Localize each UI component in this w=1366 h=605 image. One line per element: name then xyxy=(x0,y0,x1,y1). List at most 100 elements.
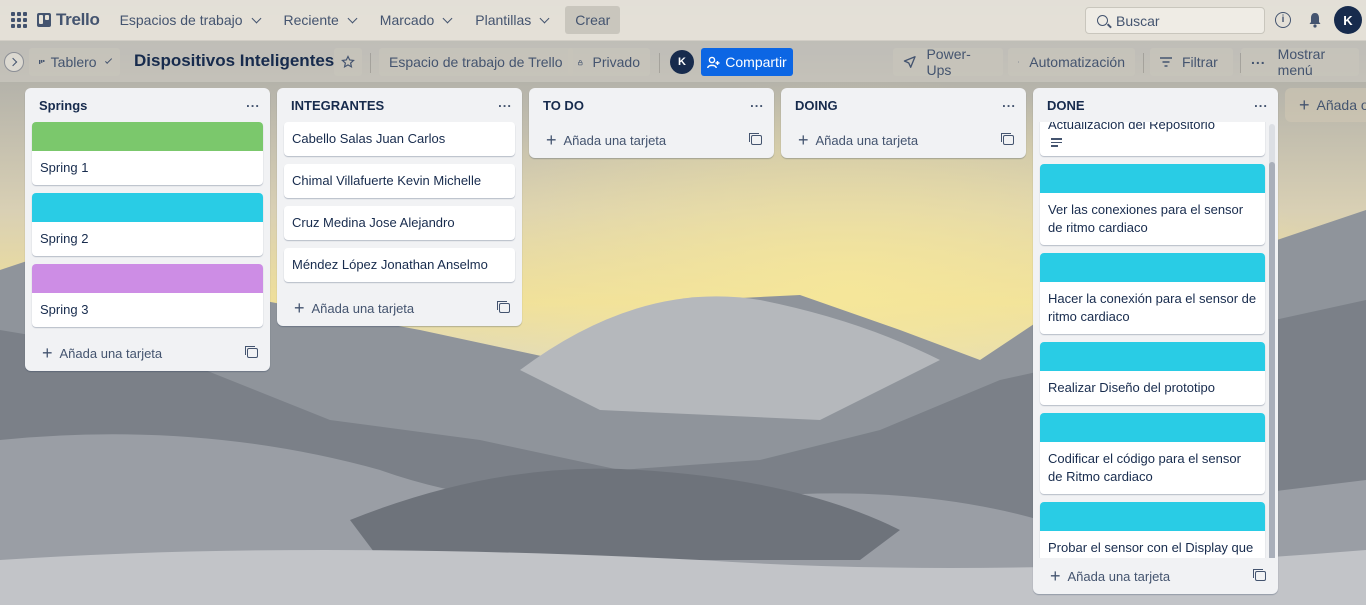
add-card-button[interactable]: + Añada una tarjeta xyxy=(529,122,774,158)
add-card-button[interactable]: + Añada una tarjeta xyxy=(1033,558,1278,594)
description-icon xyxy=(1051,138,1062,147)
list-header[interactable]: DONE ... xyxy=(1033,88,1278,122)
expand-sidebar-button[interactable] xyxy=(4,52,24,72)
card[interactable]: Spring 3 xyxy=(32,264,263,327)
board-view-icon xyxy=(39,59,45,65)
create-from-template-icon[interactable] xyxy=(1001,133,1014,145)
card[interactable]: Hacer la conexión para el sensor de ritm… xyxy=(1040,252,1265,334)
add-another-list-button[interactable]: + Añada otra lista xyxy=(1285,88,1366,122)
card[interactable]: Probar el sensor con el Display que func… xyxy=(1040,501,1265,558)
nav-recent[interactable]: Reciente xyxy=(284,4,358,36)
card-cover xyxy=(1040,163,1265,193)
create-from-template-icon[interactable] xyxy=(1253,569,1266,581)
list-actions-icon[interactable]: ... xyxy=(246,95,260,110)
card-cover xyxy=(1040,412,1265,442)
card[interactable]: Spring 2 xyxy=(32,193,263,256)
nav-templates[interactable]: Plantillas xyxy=(475,4,550,36)
plus-icon: + xyxy=(546,130,557,150)
share-button[interactable]: Compartir xyxy=(701,48,793,76)
share-label: Compartir xyxy=(725,54,787,70)
search-input[interactable]: Buscar xyxy=(1085,7,1265,34)
list-header[interactable]: Springs ... xyxy=(25,88,270,122)
app-switcher-icon[interactable] xyxy=(11,12,27,28)
list-springs: Springs ... Spring 1 Spring 2 Spring 3 +… xyxy=(25,88,270,371)
card[interactable]: Ver las conexiones para el sensor de rit… xyxy=(1040,163,1265,245)
info-icon[interactable]: i xyxy=(1275,12,1291,28)
list-actions-icon[interactable]: ... xyxy=(1254,95,1268,110)
power-ups-label: Power-Ups xyxy=(926,46,971,78)
show-menu-button[interactable]: ... Mostrar menú xyxy=(1241,46,1359,78)
list-title[interactable]: DOING xyxy=(795,98,838,113)
card[interactable]: Codificar el código para el sensor de Ri… xyxy=(1040,412,1265,494)
board-title[interactable]: Dispositivos Inteligentes xyxy=(134,51,334,71)
card[interactable]: Cabello Salas Juan Carlos xyxy=(284,122,515,156)
workspace-visibility-button[interactable]: Espacio de trabajo de Trello xyxy=(379,48,573,76)
list-header[interactable]: TO DO ... xyxy=(529,88,774,122)
list-cards-scroll-area: Actualización del Repositorio Ver las co… xyxy=(1033,122,1278,558)
list-to-do: TO DO ... + Añada una tarjeta xyxy=(529,88,774,158)
list-title[interactable]: Springs xyxy=(39,98,87,113)
workspace-label: Espacio de trabajo de Trello xyxy=(389,54,563,70)
plus-icon: + xyxy=(42,343,53,363)
power-ups-button[interactable]: Power-Ups xyxy=(893,46,1003,78)
trello-logo[interactable]: Trello xyxy=(37,10,100,30)
nav-starred-label: Marcado xyxy=(379,12,435,28)
add-card-button[interactable]: + Añada una tarjeta xyxy=(781,122,1026,158)
filter-icon xyxy=(1160,57,1172,67)
automation-label: Automatización xyxy=(1029,54,1125,70)
plus-icon: + xyxy=(798,130,809,150)
card-cover xyxy=(1040,501,1265,531)
more-horizontal-icon: ... xyxy=(1251,51,1266,67)
card[interactable]: Spring 1 xyxy=(32,122,263,185)
card-title: Spring 1 xyxy=(40,160,89,175)
star-icon xyxy=(341,55,355,69)
filter-label: Filtrar xyxy=(1182,54,1218,70)
filter-button[interactable]: Filtrar xyxy=(1150,48,1233,76)
list-header[interactable]: DOING ... xyxy=(781,88,1026,122)
card-title: Codificar el código para el sensor de Ri… xyxy=(1048,450,1241,484)
create-button[interactable]: Crear xyxy=(565,6,621,34)
board-view-switcher[interactable]: Tablero xyxy=(29,48,120,76)
board-visibility-button[interactable]: Privado xyxy=(568,48,650,76)
list-actions-icon[interactable]: ... xyxy=(750,95,764,110)
list-doing: DOING ... + Añada una tarjeta xyxy=(781,88,1026,158)
chevron-down-icon xyxy=(442,13,453,23)
card[interactable]: Cruz Medina Jose Alejandro xyxy=(284,206,515,240)
create-from-template-icon[interactable] xyxy=(245,346,258,358)
create-from-template-icon[interactable] xyxy=(749,133,762,145)
card-title: Spring 3 xyxy=(40,302,89,317)
search-icon xyxy=(1097,15,1108,26)
list-header[interactable]: INTEGRANTES ... xyxy=(277,88,522,122)
card-cover xyxy=(32,264,263,293)
board-member-avatar[interactable]: K xyxy=(670,50,694,74)
nav-starred[interactable]: Marcado xyxy=(379,4,453,36)
list-title[interactable]: DONE xyxy=(1047,98,1085,113)
card[interactable]: Chimal Villafuerte Kevin Michelle xyxy=(284,164,515,198)
list-actions-icon[interactable]: ... xyxy=(1002,95,1016,110)
separator xyxy=(1143,53,1144,73)
card[interactable]: Realizar Diseño del prototipo xyxy=(1040,341,1265,405)
add-member-icon xyxy=(707,56,720,68)
create-from-template-icon[interactable] xyxy=(497,301,510,313)
star-board-button[interactable] xyxy=(334,48,362,76)
card-title: Ver las conexiones para el sensor de rit… xyxy=(1048,201,1244,235)
list-title[interactable]: TO DO xyxy=(543,98,584,113)
list-scrollbar-thumb[interactable] xyxy=(1269,162,1275,558)
card-title: Hacer la conexión para el sensor de ritm… xyxy=(1048,290,1257,324)
add-card-button[interactable]: + Añada una tarjeta xyxy=(277,290,522,326)
list-title[interactable]: INTEGRANTES xyxy=(291,98,384,113)
user-avatar[interactable]: K xyxy=(1334,6,1362,34)
automation-button[interactable]: Automatización xyxy=(1008,48,1135,76)
lock-icon xyxy=(578,59,583,65)
plus-icon: + xyxy=(1299,95,1310,115)
visibility-label: Privado xyxy=(592,54,640,70)
card[interactable]: Actualización del Repositorio xyxy=(1040,122,1265,156)
nav-workspaces[interactable]: Espacios de trabajo xyxy=(120,4,261,36)
list-actions-icon[interactable]: ... xyxy=(498,95,512,110)
notifications-bell-icon[interactable] xyxy=(1308,12,1322,28)
add-card-label: Añada una tarjeta xyxy=(311,300,415,316)
trello-logo-text: Trello xyxy=(56,10,100,29)
card[interactable]: Méndez López Jonathan Anselmo xyxy=(284,248,515,282)
add-card-button[interactable]: + Añada una tarjeta xyxy=(25,335,270,371)
chevron-down-icon xyxy=(347,13,358,23)
